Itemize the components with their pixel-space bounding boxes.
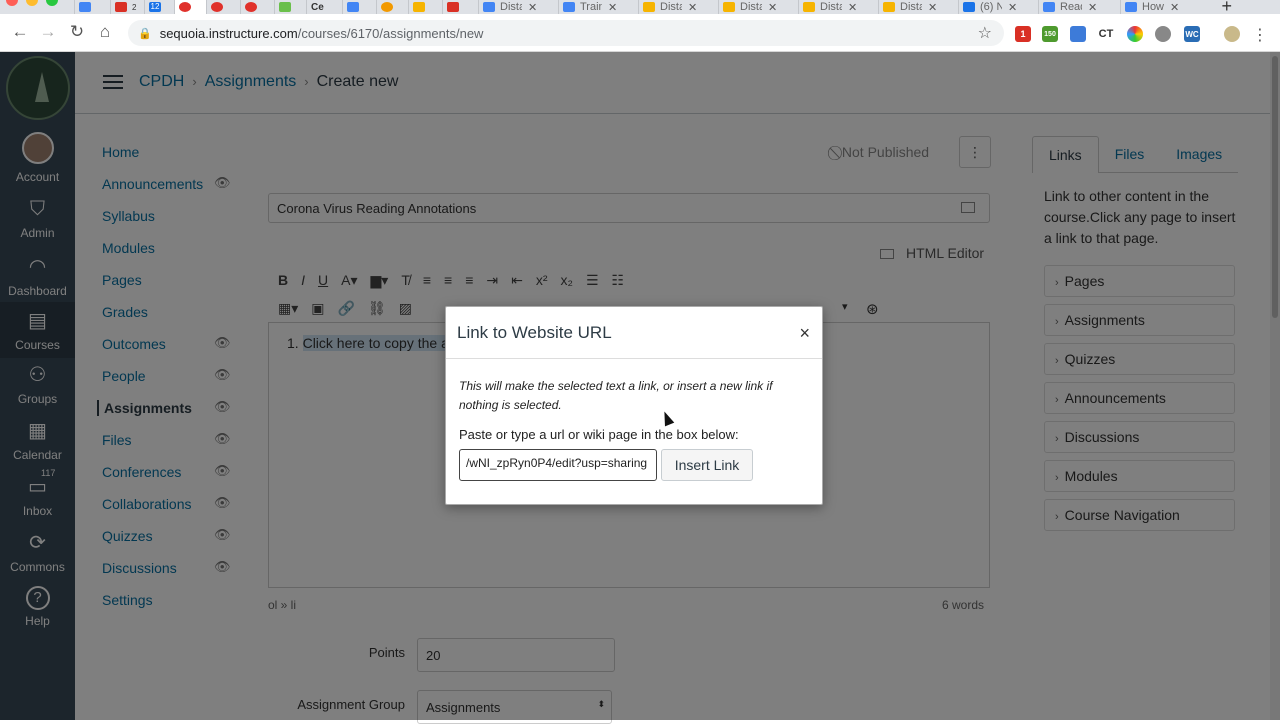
globe-extension-icon[interactable] — [1155, 26, 1171, 42]
browser-tab[interactable] — [376, 0, 408, 14]
pdf-icon — [447, 2, 459, 12]
close-tab-icon[interactable]: ✕ — [528, 1, 537, 14]
wc-extension-icon[interactable]: WC — [1184, 26, 1200, 42]
insert-link-button[interactable]: Insert Link — [661, 449, 753, 481]
dialog-header: Link to Website URL × — [446, 307, 822, 359]
address-bar[interactable]: 🔒 sequoia.instructure.com/courses/6170/a… — [128, 20, 1004, 46]
forward-icon[interactable]: → — [37, 22, 59, 42]
browser-tab[interactable] — [342, 0, 376, 14]
ct-extension-icon[interactable]: CT — [1098, 26, 1114, 42]
drive-icon — [79, 2, 91, 12]
browser-tab[interactable]: Dista✕ — [478, 0, 558, 14]
browser-tab[interactable]: Ce — [306, 0, 342, 14]
close-tab-icon[interactable]: ✕ — [768, 1, 777, 14]
canvas-icon — [179, 2, 191, 12]
profile-icon[interactable] — [1224, 26, 1240, 42]
close-tab-icon[interactable]: ✕ — [1170, 1, 1179, 14]
close-tab-icon[interactable]: ✕ — [848, 1, 857, 14]
lock-icon: 🔒 — [138, 27, 152, 40]
close-window-icon[interactable] — [6, 0, 18, 6]
color-extension-icon[interactable] — [1127, 26, 1143, 42]
browser-tab[interactable]: 12 — [144, 0, 174, 14]
slides-icon — [883, 2, 895, 12]
docs-icon — [483, 2, 495, 12]
app-icon — [279, 2, 291, 12]
new-tab-icon[interactable]: + — [1221, 0, 1232, 14]
calendar-icon: 12 — [149, 2, 161, 12]
docs-icon — [563, 2, 575, 12]
browser-tab-strip: 2 12 Ce Dista✕ Traini✕ Dista✕ Dista✕ Dis… — [0, 0, 1280, 14]
browser-tab[interactable]: Dista✕ — [718, 0, 798, 14]
url-path: /courses/6170/assignments/new — [297, 25, 484, 41]
slides-icon — [803, 2, 815, 12]
back-icon[interactable]: ← — [9, 22, 31, 42]
link-url-dialog: Link to Website URL × This will make the… — [445, 306, 823, 505]
close-tab-icon[interactable]: ✕ — [688, 1, 697, 14]
docs-icon — [1125, 2, 1137, 12]
cube-extension-icon[interactable] — [1070, 26, 1086, 42]
browser-tab[interactable]: Traini✕ — [558, 0, 638, 14]
url-host: sequoia.instructure.com — [159, 25, 298, 41]
browser-tab[interactable]: Dista✕ — [878, 0, 958, 14]
browser-tab[interactable]: (6) N ✕ — [958, 0, 1038, 14]
browser-tab[interactable] — [206, 0, 240, 14]
dialog-title: Link to Website URL — [457, 323, 612, 342]
counter-extension-icon[interactable]: 150 — [1042, 26, 1058, 42]
canvas-icon — [211, 2, 223, 12]
minimize-window-icon[interactable] — [26, 0, 38, 6]
browser-tab[interactable] — [240, 0, 274, 14]
docs-icon — [347, 2, 359, 12]
close-tab-icon[interactable]: ✕ — [928, 1, 937, 14]
gmail-icon — [115, 2, 127, 12]
browser-tab[interactable]: Dista✕ — [638, 0, 718, 14]
close-tab-icon[interactable]: ✕ — [1008, 1, 1017, 14]
url-input[interactable]: /wNI_zpRyn0P4/edit?usp=sharing — [459, 449, 657, 481]
reload-icon[interactable]: ↻ — [66, 22, 88, 42]
browser-toolbar: ← → ↻ ⌂ 🔒 sequoia.instructure.com/course… — [0, 14, 1280, 52]
canvas-icon — [245, 2, 257, 12]
browser-tab[interactable]: Read✕ — [1038, 0, 1120, 14]
browser-tab[interactable] — [442, 0, 478, 14]
slides-icon — [643, 2, 655, 12]
slides-icon — [413, 2, 425, 12]
browser-tab-active[interactable] — [174, 0, 206, 14]
close-tab-icon[interactable]: ✕ — [1088, 1, 1097, 14]
browser-menu-icon[interactable]: ⋮ — [1252, 25, 1268, 45]
maximize-window-icon[interactable] — [46, 0, 58, 6]
docs-icon — [1043, 2, 1055, 12]
bookmark-star-icon[interactable]: ☆ — [978, 23, 992, 43]
close-tab-icon[interactable]: ✕ — [608, 1, 617, 14]
browser-tab[interactable] — [74, 0, 110, 14]
browser-tab[interactable]: How ✕ — [1120, 0, 1200, 14]
home-icon[interactable]: ⌂ — [94, 22, 116, 42]
dialog-note: This will make the selected text a link,… — [459, 379, 773, 412]
browser-tab[interactable]: 2 — [110, 0, 144, 14]
browser-tab[interactable] — [274, 0, 306, 14]
url-input-label: Paste or type a url or wiki page in the … — [459, 427, 739, 442]
app-icon — [381, 2, 393, 12]
app-icon — [963, 2, 975, 12]
gmail-extension-icon[interactable]: 1 — [1015, 26, 1031, 42]
browser-tab[interactable] — [408, 0, 442, 14]
slides-icon — [723, 2, 735, 12]
close-icon[interactable]: × — [799, 323, 810, 344]
browser-tab[interactable]: Dista✕ — [798, 0, 878, 14]
